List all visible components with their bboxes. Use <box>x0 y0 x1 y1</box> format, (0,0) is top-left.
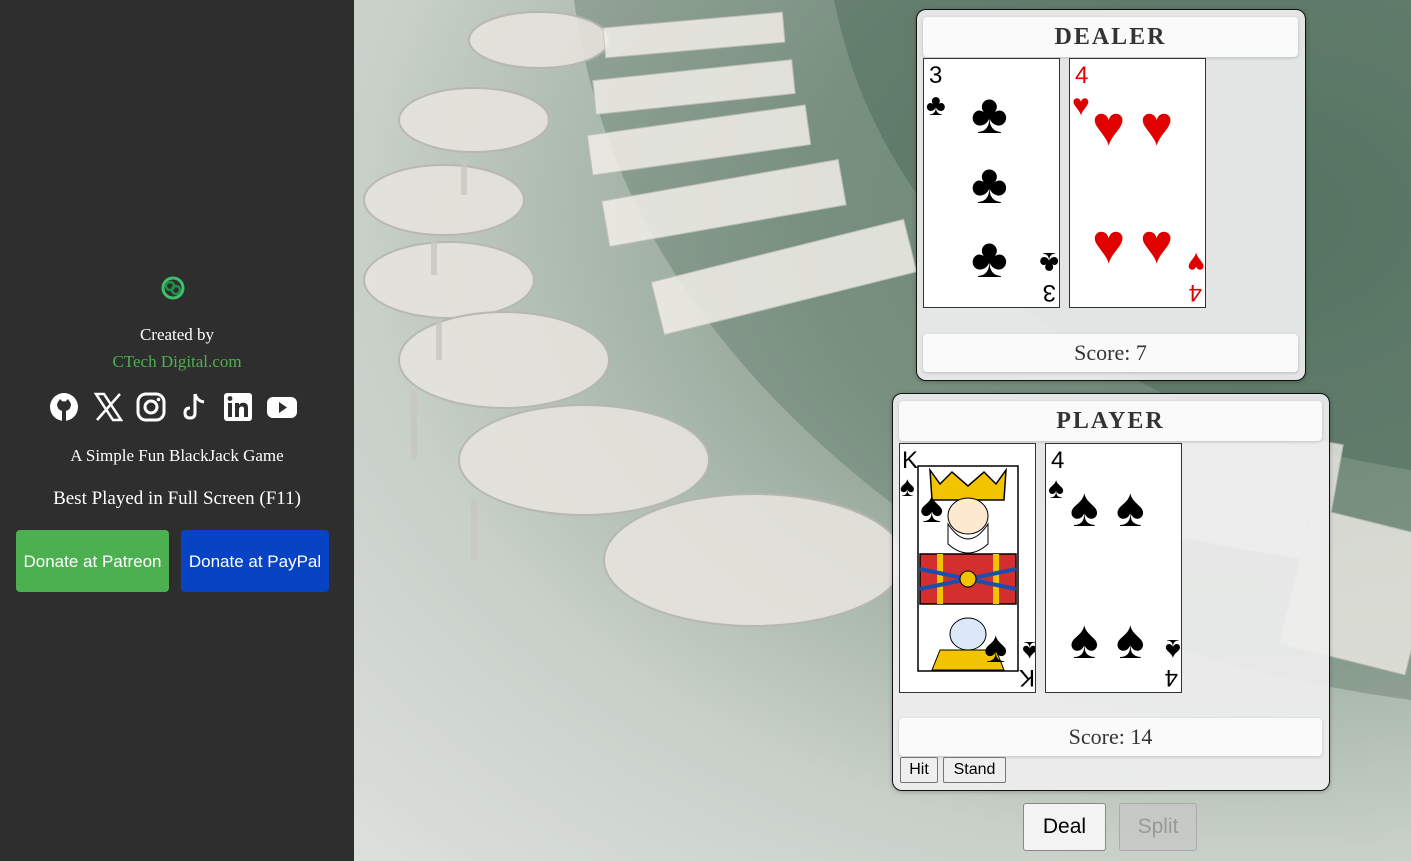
card-suit: ♣ <box>926 89 946 122</box>
card-pip: ♣ <box>971 84 1008 146</box>
card-rank: 4 <box>1165 664 1178 691</box>
card-suit: ♠ <box>900 472 915 503</box>
split-button[interactable]: Split <box>1119 803 1197 851</box>
dealer-title: DEALER <box>923 17 1298 57</box>
card-suit: ♥ <box>1187 246 1205 279</box>
social-links <box>48 390 298 424</box>
card-rank: 3 <box>1043 279 1056 306</box>
card-suit: ♥ <box>1072 89 1090 122</box>
instagram-icon[interactable] <box>135 391 167 423</box>
card-pip: ♠ <box>920 483 943 532</box>
dealer-card-4-hearts: 4 ♥ ♥ ♥ ♥ ♥ 4 ♥ <box>1069 58 1206 308</box>
card-suit: ♠ <box>1165 633 1181 666</box>
card-pip: ♠ <box>1070 478 1099 538</box>
stand-button[interactable]: Stand <box>943 757 1006 783</box>
card-pip: ♥ <box>1092 214 1125 276</box>
tiktok-icon[interactable] <box>179 391 211 423</box>
card-rank: K <box>902 447 918 474</box>
player-card-4-spades: 4 ♠ ♠ ♠ ♠ ♠ 4 ♠ <box>1045 443 1182 693</box>
card-pip: ♥ <box>1140 96 1173 158</box>
sidebar: Created by CTech Digital.com A Simple Fu… <box>0 0 354 861</box>
player-score: Score: 14 <box>899 718 1322 756</box>
github-icon[interactable] <box>48 391 80 423</box>
donate-patreon-button[interactable]: Donate at Patreon <box>16 530 169 592</box>
card-pip: ♥ <box>1140 214 1173 276</box>
card-pip: ♠ <box>1116 610 1145 670</box>
card-rank: 4 <box>1189 279 1202 306</box>
card-pip: ♣ <box>971 228 1008 290</box>
player-panel: PLAYER K ♠ ♠ ♠ K ♠ 4 ♠ ♠ ♠ ♠ ♠ 4 ♠ Score… <box>892 393 1330 791</box>
player-title: PLAYER <box>899 401 1322 441</box>
card-rank: 4 <box>1075 62 1088 89</box>
ctech-logo-icon[interactable] <box>160 275 186 301</box>
dealer-card-3-clubs: 3 ♣ ♣ ♣ ♣ 3 ♣ <box>923 58 1060 308</box>
x-icon[interactable] <box>92 391 124 423</box>
linkedin-icon[interactable] <box>222 391 254 423</box>
youtube-icon[interactable] <box>266 391 298 423</box>
card-suit: ♠ <box>1048 472 1064 505</box>
dealer-score: Score: 7 <box>923 334 1298 372</box>
created-by-label: Created by <box>139 325 215 344</box>
donate-paypal-button[interactable]: Donate at PayPal <box>181 530 329 592</box>
tagline: A Simple Fun BlackJack Game <box>70 446 284 465</box>
card-suit: ♣ <box>1039 246 1059 279</box>
card-rank: K <box>1019 664 1035 691</box>
card-pip: ♠ <box>984 623 1007 672</box>
card-pip: ♠ <box>1116 478 1145 538</box>
deal-button[interactable]: Deal <box>1023 803 1106 851</box>
card-rank: 4 <box>1051 447 1064 474</box>
dealer-panel: DEALER 3 ♣ ♣ ♣ ♣ 3 ♣ 4 ♥ ♥ ♥ ♥ ♥ 4 ♥ Sco <box>916 9 1306 381</box>
player-card-king-spades: K ♠ ♠ ♠ K ♠ <box>899 443 1036 693</box>
card-pip: ♣ <box>971 154 1008 216</box>
site-link[interactable]: CTech Digital.com <box>0 352 354 372</box>
card-pip: ♠ <box>1070 610 1099 670</box>
fullscreen-note: Best Played in Full Screen (F11) <box>53 488 301 509</box>
card-suit: ♠ <box>1022 635 1036 666</box>
card-pip: ♥ <box>1092 96 1125 158</box>
card-rank: 3 <box>929 62 942 89</box>
hit-button[interactable]: Hit <box>900 757 938 783</box>
